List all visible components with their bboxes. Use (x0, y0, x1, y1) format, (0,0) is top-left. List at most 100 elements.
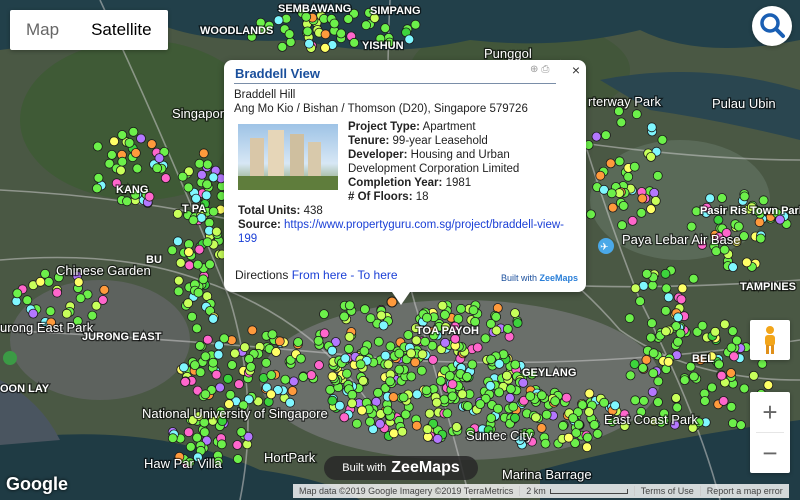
map-marker[interactable] (298, 372, 309, 382)
map-marker[interactable] (541, 409, 552, 420)
map-marker[interactable] (647, 387, 658, 397)
map-marker[interactable] (273, 15, 284, 26)
map-marker[interactable] (508, 401, 519, 412)
map-marker[interactable] (232, 440, 243, 450)
map-marker[interactable] (447, 379, 458, 390)
street-view-pegman[interactable] (750, 320, 790, 360)
map-marker[interactable] (130, 148, 141, 158)
map-marker[interactable] (629, 359, 640, 370)
map-marker[interactable] (736, 420, 746, 431)
map-marker[interactable] (73, 277, 84, 288)
map-marker[interactable] (432, 433, 443, 444)
map-marker[interactable] (440, 337, 451, 348)
map-marker[interactable] (394, 348, 405, 359)
search-button[interactable] (752, 6, 792, 46)
map-marker[interactable] (247, 325, 258, 336)
map-marker[interactable] (43, 276, 54, 287)
map-marker[interactable] (314, 360, 324, 371)
map-marker[interactable] (563, 432, 574, 443)
map-marker[interactable] (505, 384, 516, 394)
map-marker[interactable] (232, 454, 243, 464)
map-marker[interactable] (739, 383, 750, 394)
map-marker[interactable] (177, 171, 188, 182)
map-marker[interactable] (175, 257, 186, 268)
map-marker[interactable] (486, 413, 497, 424)
map-marker[interactable] (424, 408, 435, 419)
map-marker[interactable] (630, 395, 641, 406)
map-marker[interactable] (92, 183, 102, 194)
map-marker[interactable] (648, 348, 659, 359)
map-marker[interactable] (584, 388, 595, 399)
map-marker[interactable] (504, 392, 515, 403)
map-marker[interactable] (647, 318, 657, 329)
map-marker[interactable] (671, 393, 681, 403)
map-marker[interactable] (648, 368, 659, 379)
map-marker[interactable] (705, 193, 715, 204)
map-marker[interactable] (467, 359, 478, 370)
map-marker[interactable] (99, 284, 110, 295)
map-marker[interactable] (223, 373, 233, 384)
map-marker[interactable] (380, 23, 391, 34)
map-marker[interactable] (462, 371, 472, 382)
map-marker[interactable] (117, 156, 128, 167)
map-marker[interactable] (117, 130, 128, 140)
map-marker[interactable] (501, 370, 512, 381)
map-marker[interactable] (480, 333, 491, 344)
map-marker[interactable] (485, 380, 496, 391)
map-marker[interactable] (627, 215, 638, 226)
map-marker[interactable] (388, 392, 399, 403)
map-marker[interactable] (234, 379, 244, 390)
map-marker[interactable] (341, 368, 352, 379)
map-marker[interactable] (188, 215, 199, 226)
map-marker[interactable] (167, 433, 178, 444)
map-marker[interactable] (385, 376, 396, 387)
map-marker[interactable] (347, 398, 358, 409)
map-marker[interactable] (266, 389, 277, 400)
map-marker[interactable] (657, 134, 668, 145)
map-marker[interactable] (410, 19, 421, 30)
zoom-out-button[interactable]: − (750, 433, 790, 473)
map-marker[interactable] (397, 426, 408, 437)
map-marker[interactable] (748, 370, 759, 381)
map-marker[interactable] (208, 172, 219, 183)
map-marker[interactable] (128, 126, 139, 137)
map-marker[interactable] (510, 359, 521, 370)
map-marker[interactable] (411, 420, 422, 431)
map-marker[interactable] (714, 359, 724, 370)
map-marker[interactable] (717, 193, 727, 203)
map-marker[interactable] (623, 171, 634, 182)
map-marker[interactable] (618, 200, 629, 211)
map-marker[interactable] (183, 427, 194, 438)
map-marker[interactable] (435, 375, 446, 386)
map-marker[interactable] (451, 422, 462, 432)
map-marker[interactable] (336, 28, 347, 39)
map-marker[interactable] (343, 14, 354, 24)
map-marker[interactable] (617, 220, 627, 231)
map-marker[interactable] (261, 357, 272, 368)
map-marker[interactable] (198, 274, 209, 285)
map-marker[interactable] (592, 428, 603, 439)
map-marker[interactable] (660, 305, 671, 316)
map-marker[interactable] (638, 280, 649, 291)
map-marker[interactable] (663, 356, 674, 367)
map-marker[interactable] (540, 438, 551, 449)
map-marker[interactable] (202, 237, 213, 248)
map-marker[interactable] (178, 362, 189, 373)
map-marker[interactable] (160, 173, 171, 184)
map-marker[interactable] (287, 386, 298, 396)
map-marker[interactable] (456, 303, 466, 314)
zoom-in-button[interactable]: + (750, 392, 790, 432)
map-marker[interactable] (87, 310, 98, 321)
map-marker[interactable] (411, 335, 422, 346)
map-marker[interactable] (485, 318, 496, 329)
map-marker[interactable] (320, 29, 331, 40)
map-marker[interactable] (412, 389, 423, 400)
map-marker[interactable] (525, 391, 536, 402)
map-marker[interactable] (582, 442, 592, 453)
map-marker[interactable] (630, 283, 641, 294)
map-marker[interactable] (28, 308, 39, 319)
map-marker[interactable] (172, 236, 183, 247)
map-marker[interactable] (376, 310, 387, 321)
map-marker[interactable] (378, 320, 389, 331)
report-error-link[interactable]: Report a map error (699, 486, 789, 496)
